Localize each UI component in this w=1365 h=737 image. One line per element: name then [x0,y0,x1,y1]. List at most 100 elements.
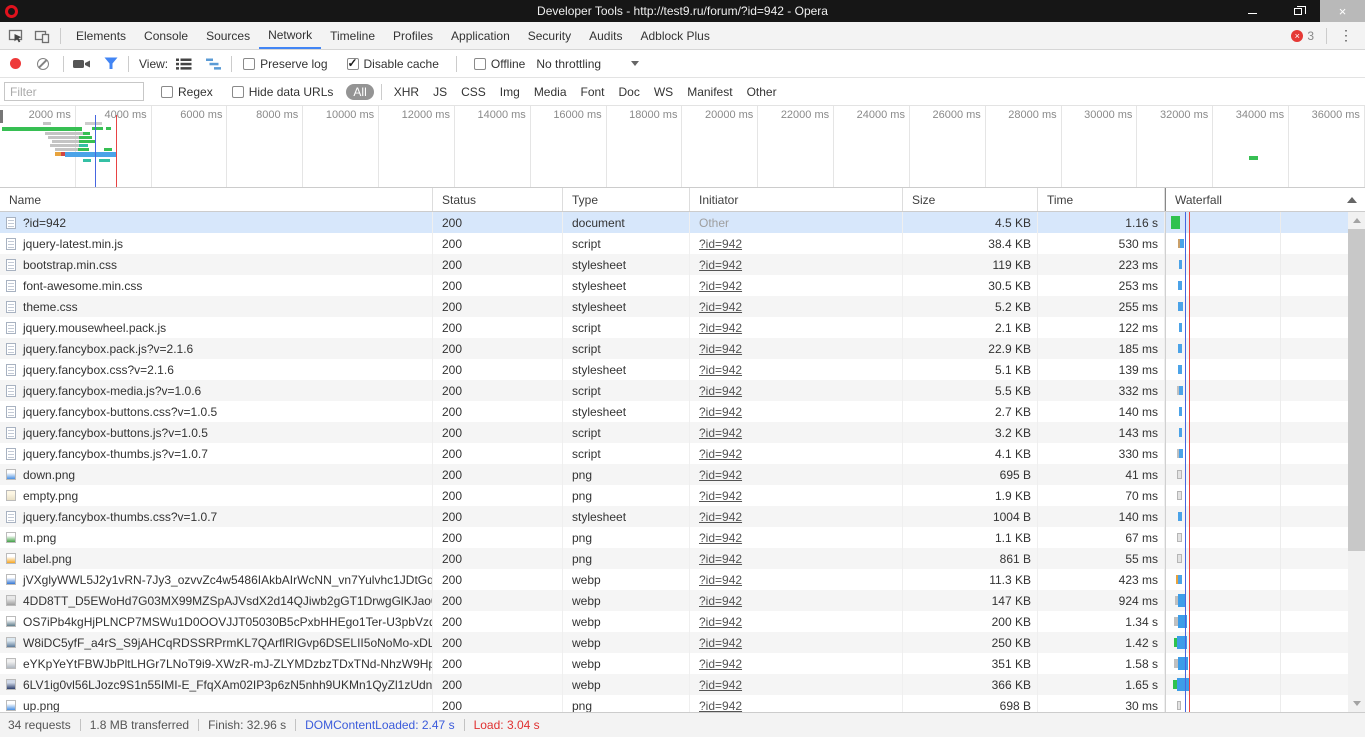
column-header-time[interactable]: Time [1038,188,1165,211]
disable-cache-checkbox[interactable]: Disable cache [347,57,439,71]
table-row[interactable]: jquery.mousewheel.pack.js200script?id=94… [0,317,1365,338]
initiator-link[interactable]: ?id=942 [699,468,742,482]
initiator-link[interactable]: ?id=942 [699,636,742,650]
scrollbar-up-arrow[interactable] [1348,212,1365,229]
record-button[interactable] [10,58,21,69]
tab-elements[interactable]: Elements [67,22,135,49]
table-row[interactable]: empty.png200png?id=9421.9 KB70 ms [0,485,1365,506]
table-row[interactable]: OS7iPb4kgHjPLNCP7MSWu1D0OOVJJT05030B5cPx… [0,611,1365,632]
initiator-link[interactable]: ?id=942 [699,594,742,608]
initiator-link[interactable]: ?id=942 [699,279,742,293]
initiator-link[interactable]: ?id=942 [699,258,742,272]
filter-type-img[interactable]: Img [493,85,527,99]
regex-checkbox[interactable]: Regex [161,85,213,99]
initiator-link[interactable]: ?id=942 [699,321,742,335]
overflow-menu-icon[interactable]: ⋮ [1333,27,1359,44]
table-row[interactable]: jquery-latest.min.js200script?id=94238.4… [0,233,1365,254]
restore-button[interactable] [1275,0,1320,22]
table-row[interactable]: jquery.fancybox-thumbs.css?v=1.0.7200sty… [0,506,1365,527]
scrollbar-down-arrow[interactable] [1348,695,1365,712]
device-toolbar-icon[interactable] [34,28,50,44]
screenshot-camera-icon[interactable] [73,58,91,70]
table-row[interactable]: jquery.fancybox-buttons.css?v=1.0.5200st… [0,401,1365,422]
clear-button[interactable] [37,58,49,70]
tab-console[interactable]: Console [135,22,197,49]
table-row[interactable]: jquery.fancybox-thumbs.js?v=1.0.7200scri… [0,443,1365,464]
table-row[interactable]: W8iDC5yfF_a4rS_S9jAHCqRDSSRPrmKL7QArflRI… [0,632,1365,653]
minimize-button[interactable] [1230,0,1275,22]
table-row[interactable]: 6LV1ig0vl56LJozc9S1n55IMI-E_FfqXAm02IP3p… [0,674,1365,695]
network-overview-timeline[interactable]: 2000 ms4000 ms6000 ms8000 ms10000 ms1200… [0,106,1365,188]
preserve-log-checkbox[interactable]: Preserve log [243,57,327,71]
filter-type-font[interactable]: Font [574,85,612,99]
tab-timeline[interactable]: Timeline [321,22,384,49]
column-header-type[interactable]: Type [563,188,690,211]
column-header-size[interactable]: Size [903,188,1038,211]
initiator-link[interactable]: ?id=942 [699,678,742,692]
initiator-link[interactable]: ?id=942 [699,384,742,398]
table-row[interactable]: theme.css200stylesheet?id=9425.2 KB255 m… [0,296,1365,317]
table-row[interactable]: jVXglyWWL5J2y1vRN-7Jy3_ozvvZc4w5486IAkbA… [0,569,1365,590]
initiator-link[interactable]: ?id=942 [699,657,742,671]
table-row[interactable]: label.png200png?id=942861 B55 ms [0,548,1365,569]
filter-type-css[interactable]: CSS [454,85,493,99]
offline-checkbox[interactable]: Offline [474,57,525,71]
table-row[interactable]: jquery.fancybox.pack.js?v=2.1.6200script… [0,338,1365,359]
filter-type-xhr[interactable]: XHR [387,85,426,99]
table-row[interactable]: ?id=942200documentOther4.5 KB1.16 s [0,212,1365,233]
error-count[interactable]: 3 [1307,29,1314,43]
column-header-name[interactable]: Name [0,188,433,211]
initiator-link[interactable]: ?id=942 [699,573,742,587]
initiator-link[interactable]: ?id=942 [699,552,742,566]
table-row[interactable]: eYKpYeYtFBWJbPltLHGr7LNoT9i9-XWzR-mJ-ZLY… [0,653,1365,674]
table-row[interactable]: down.png200png?id=942695 B41 ms [0,464,1365,485]
table-row[interactable]: jquery.fancybox-media.js?v=1.0.6200scrip… [0,380,1365,401]
initiator-link[interactable]: ?id=942 [699,363,742,377]
error-badge-icon[interactable]: × [1291,30,1303,42]
table-row[interactable]: bootstrap.min.css200stylesheet?id=942119… [0,254,1365,275]
table-row[interactable]: font-awesome.min.css200stylesheet?id=942… [0,275,1365,296]
inspect-element-icon[interactable] [8,28,24,44]
scrollbar-thumb[interactable] [1348,229,1365,551]
column-header-initiator[interactable]: Initiator [690,188,903,211]
table-row[interactable]: jquery.fancybox-buttons.js?v=1.0.5200scr… [0,422,1365,443]
tab-sources[interactable]: Sources [197,22,259,49]
initiator-link[interactable]: ?id=942 [699,426,742,440]
initiator-link[interactable]: ?id=942 [699,489,742,503]
tab-adblock-plus[interactable]: Adblock Plus [631,22,718,49]
filter-type-all[interactable]: All [346,84,373,100]
throttling-select[interactable]: No throttling [536,57,639,71]
initiator-link[interactable]: ?id=942 [699,405,742,419]
tab-network[interactable]: Network [259,22,321,49]
table-row[interactable]: up.png200png?id=942698 B30 ms [0,695,1365,712]
initiator-link[interactable]: ?id=942 [699,447,742,461]
tab-security[interactable]: Security [519,22,580,49]
filter-type-ws[interactable]: WS [647,85,680,99]
view-list-icon[interactable] [176,58,192,70]
filter-type-manifest[interactable]: Manifest [680,85,739,99]
filter-input[interactable] [4,82,144,101]
tab-profiles[interactable]: Profiles [384,22,442,49]
column-header-waterfall[interactable]: Waterfall [1165,188,1365,211]
filter-type-js[interactable]: JS [426,85,454,99]
hide-data-urls-checkbox[interactable]: Hide data URLs [232,85,334,99]
table-row[interactable]: m.png200png?id=9421.1 KB67 ms [0,527,1365,548]
initiator-link[interactable]: ?id=942 [699,615,742,629]
close-button[interactable]: × [1320,0,1365,22]
filter-funnel-icon[interactable] [104,57,118,70]
tab-audits[interactable]: Audits [580,22,631,49]
initiator-link[interactable]: ?id=942 [699,531,742,545]
initiator-link[interactable]: ?id=942 [699,342,742,356]
initiator-link[interactable]: ?id=942 [699,699,742,712]
initiator-link[interactable]: ?id=942 [699,300,742,314]
initiator-link[interactable]: ?id=942 [699,510,742,524]
table-row[interactable]: jquery.fancybox.css?v=2.1.6200stylesheet… [0,359,1365,380]
filter-type-media[interactable]: Media [527,85,574,99]
tab-application[interactable]: Application [442,22,519,49]
filter-type-doc[interactable]: Doc [612,85,647,99]
column-header-status[interactable]: Status [433,188,563,211]
filter-type-other[interactable]: Other [740,85,784,99]
initiator-link[interactable]: ?id=942 [699,237,742,251]
view-waterfall-icon[interactable] [206,58,221,70]
table-row[interactable]: 4DD8TT_D5EWoHd7G03MX99MZSpAJVsdX2d14QJiw… [0,590,1365,611]
